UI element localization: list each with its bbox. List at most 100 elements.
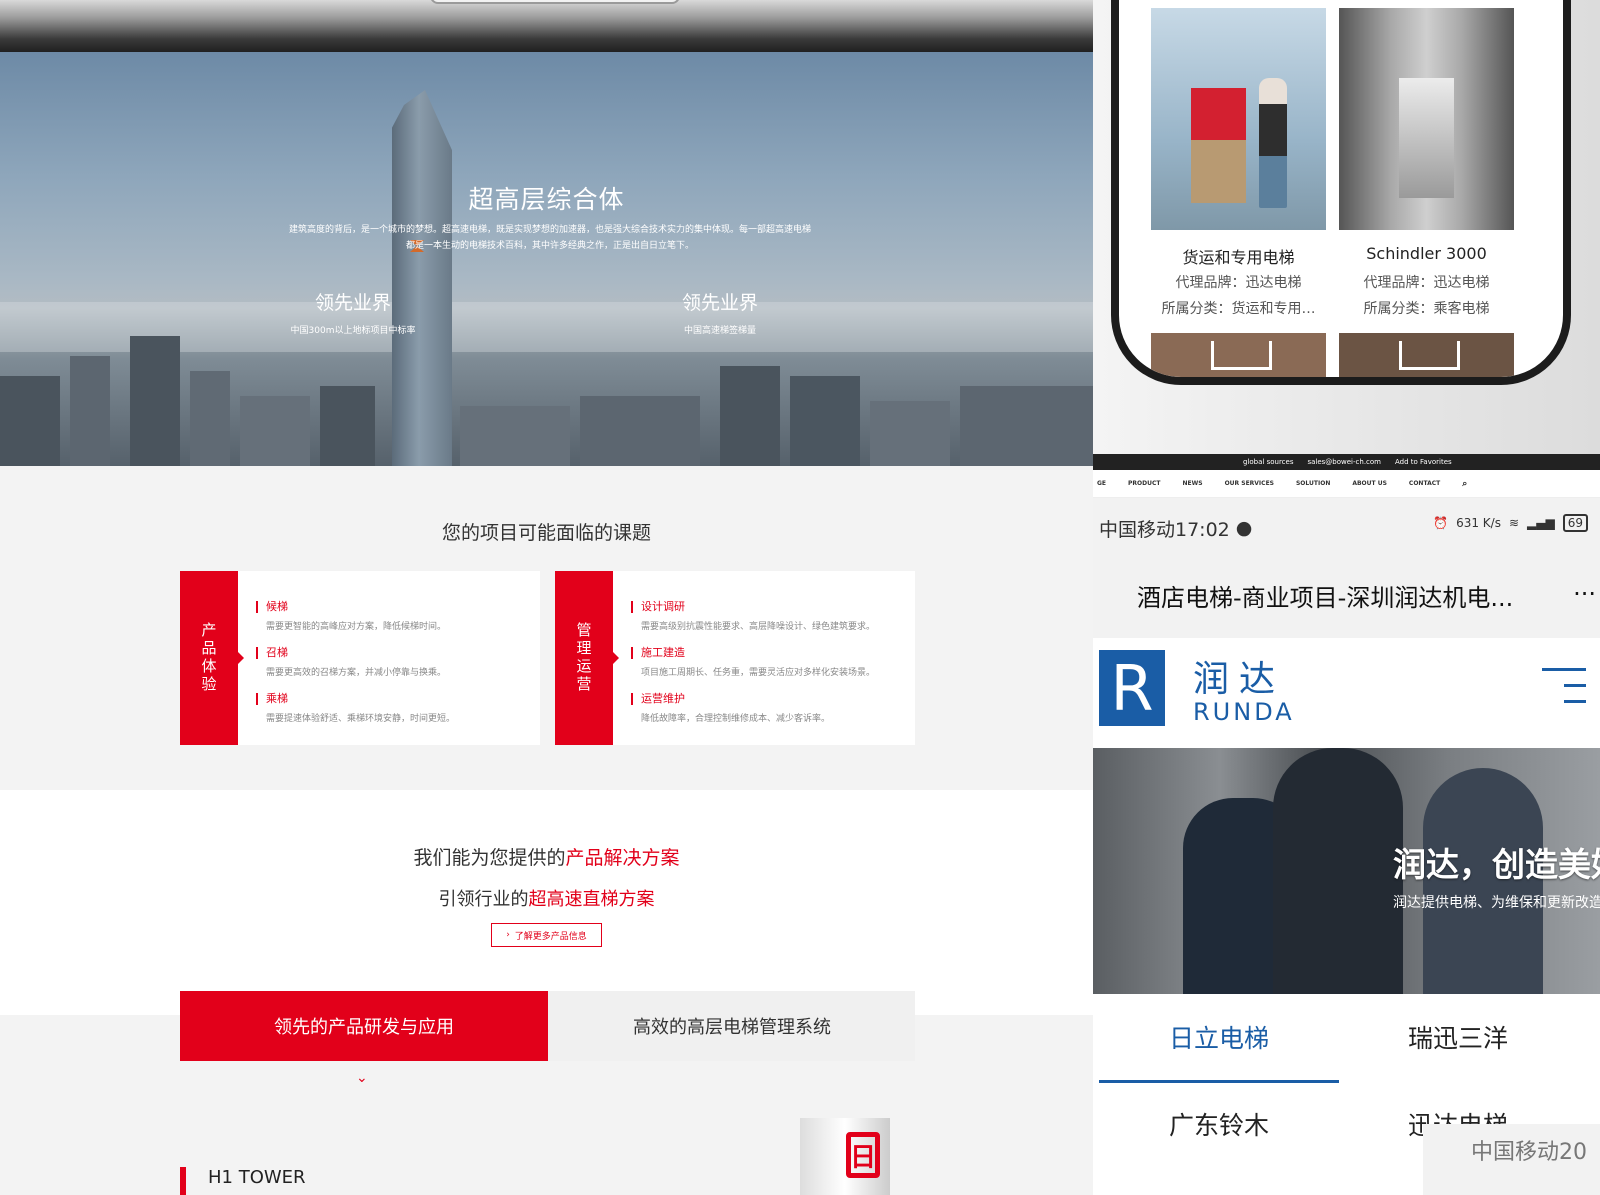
more-icon[interactable]: ··· — [1573, 580, 1596, 608]
product-image-freight[interactable] — [1151, 8, 1326, 230]
nav-item[interactable]: NEWS — [1183, 480, 1203, 487]
hero-banner: 润达，创造美好 润达提供电梯、为维保和更新改造 — [1093, 748, 1600, 994]
solutions-highlight: 产品解决方案 — [565, 847, 680, 869]
challenge-item[interactable]: 运营维护 降低故障率，合理控制维修成本、减少客诉率。 — [631, 693, 830, 724]
active-tab-indicator — [1099, 1080, 1339, 1083]
stat-sub: 中国高速梯签梯量 — [683, 326, 756, 336]
product-image-schindler[interactable] — [1339, 8, 1514, 230]
item-heading: 乘梯 — [256, 693, 455, 705]
notch-pill — [430, 0, 680, 4]
challenge-item[interactable]: 候梯 需要更智能的高峰应对方案，降低候梯时间。 — [256, 601, 446, 632]
brand-name-en: RUNDA — [1193, 698, 1295, 726]
topbar-favorites[interactable]: Add to Favorites — [1395, 458, 1452, 466]
site-topbar: global sources sales@bowei-ch.com Add to… — [1093, 454, 1600, 470]
solutions-prefix: 引领行业的 — [438, 889, 529, 910]
banner-subtitle: 润达提供电梯、为维保和更新改造 — [1393, 895, 1600, 911]
mobile-runda-page: global sources sales@bowei-ch.com Add to… — [1093, 454, 1600, 1195]
challenge-card-operations: 管理运营 设计调研 需要高级别抗震性能要求、高层降噪设计、绿色建筑要求。 施工建… — [555, 571, 915, 745]
search-icon[interactable]: ⌕ — [1462, 479, 1467, 489]
nav-item[interactable]: ABOUT US — [1352, 480, 1387, 487]
tab-ruixun[interactable]: 瑞迅三洋 — [1338, 1019, 1578, 1055]
skyscraper — [392, 90, 452, 466]
hero-title: 超高层综合体 — [468, 185, 625, 214]
challenge-item[interactable]: 设计调研 需要高级别抗震性能要求、高层降噪设计、绿色建筑要求。 — [631, 601, 875, 632]
brand-name-cn: 润达 — [1193, 659, 1286, 700]
item-heading: 施工建造 — [631, 647, 875, 659]
nav-item[interactable]: SOLUTION — [1296, 480, 1330, 487]
card-tag: 产品体验 — [180, 571, 244, 745]
battery-level: 69 — [1562, 514, 1588, 532]
item-desc: 需要更高效的召梯方案，并减小停靠与换乘。 — [266, 668, 447, 678]
chevron-down-icon: ⌄ — [356, 1070, 368, 1086]
signal-icon: ▂▄▆ — [1527, 516, 1555, 530]
watermark: 中国移动20 — [1423, 1124, 1600, 1195]
topbar-logo[interactable]: global sources — [1243, 458, 1293, 466]
hamburger-menu-icon[interactable] — [1542, 668, 1586, 704]
solutions-highlight: 超高速直梯方案 — [528, 889, 655, 910]
stat-sub: 中国300m以上地标项目中标率 — [290, 326, 416, 336]
button-label: 了解更多产品信息 — [514, 931, 587, 942]
product-category: 所属分类：货运和专用… — [1161, 301, 1316, 317]
challenge-item[interactable]: 施工建造 项目施工周期长、任务重，需要灵活应对多样化安装场景。 — [631, 647, 875, 678]
carrier-time: 中国移动17:02 — [1099, 518, 1230, 541]
screenshot-collage: 超高层综合体 建筑高度的背后，是一个城市的梦想。超高速电梯，既是实现梦想的加速器… — [0, 0, 1600, 1195]
product-image-next[interactable] — [1151, 333, 1326, 377]
product-brand: 代理品牌：迅达电梯 — [1363, 275, 1490, 291]
chat-icon: ● — [1235, 517, 1253, 539]
solutions-prefix: 我们能为您提供的 — [413, 847, 566, 869]
chevron-right-icon: › — [506, 930, 510, 940]
item-desc: 需要更智能的高峰应对方案，降低候梯时间。 — [266, 622, 447, 632]
item-desc: 需要高级别抗震性能要求、高层降噪设计、绿色建筑要求。 — [641, 622, 876, 632]
nav-item[interactable]: GE — [1097, 480, 1106, 487]
browser-title-bar: 酒店电梯-商业项目-深圳润达机电... ··· — [1093, 558, 1600, 638]
hero-description: 建筑高度的背后，是一个城市的梦想。超高速电梯，既是实现梦想的加速器，也是强大综合… — [288, 225, 811, 251]
item-heading: 设计调研 — [631, 601, 875, 613]
phone-status-bar: 中国移动17:02 ● ⏰ 631 K/s ≋ ▂▄▆ 69 — [1093, 498, 1600, 558]
product-logo-mark: 日 — [846, 1132, 880, 1178]
wifi-icon: ≋ — [1508, 516, 1520, 530]
desktop-page: 超高层综合体 建筑高度的背后，是一个城市的梦想。超高速电梯，既是实现梦想的加速器… — [0, 0, 1093, 1195]
card-tag: 管理运营 — [555, 571, 619, 745]
tab-suzuki[interactable]: 广东铃木 — [1099, 1106, 1339, 1142]
product-title: H1 TOWER — [180, 1167, 306, 1195]
site-nav: GE PRODUCT NEWS OUR SERVICES SOLUTION AB… — [1093, 470, 1600, 498]
nav-item[interactable]: CONTACT — [1409, 480, 1440, 487]
item-heading: 运营维护 — [631, 693, 830, 705]
stat-title: 领先业界 — [681, 292, 758, 314]
item-desc: 需要提速体验舒适、乘梯环境安静，时间更短。 — [266, 714, 456, 724]
solution-tabs: 领先的产品研发与应用 高效的高层电梯管理系统 — [180, 991, 915, 1061]
item-desc: 降低故障率，合理控制维修成本、减少客诉率。 — [641, 714, 831, 724]
challenge-item[interactable]: 召梯 需要更高效的召梯方案，并减小停靠与换乘。 — [256, 647, 446, 678]
topbar-email[interactable]: sales@bowei-ch.com — [1307, 458, 1381, 466]
more-products-button[interactable]: › 了解更多产品信息 — [491, 923, 602, 947]
network-speed: 631 K/s — [1456, 516, 1501, 530]
product-name[interactable]: Schindler 3000 — [1339, 244, 1514, 263]
challenges-title: 您的项目可能面临的课题 — [441, 522, 651, 544]
tab-rnd[interactable]: 领先的产品研发与应用 — [180, 991, 548, 1061]
product-image-next[interactable] — [1339, 333, 1514, 377]
banner-headline: 润达，创造美好 — [1393, 845, 1600, 884]
item-heading: 候梯 — [256, 601, 446, 613]
challenge-item[interactable]: 乘梯 需要提速体验舒适、乘梯环境安静，时间更短。 — [256, 693, 455, 724]
item-desc: 项目施工周期长、任务重，需要灵活应对多样化安装场景。 — [641, 668, 876, 678]
product-category: 所属分类：乘客电梯 — [1363, 301, 1490, 317]
product-name[interactable]: 货运和专用电梯 — [1151, 244, 1326, 268]
nav-item[interactable]: PRODUCT — [1128, 480, 1160, 487]
hero-banner: 超高层综合体 建筑高度的背后，是一个城市的梦想。超高速电梯，既是实现梦想的加速器… — [0, 52, 1093, 466]
top-bezel — [0, 0, 1093, 52]
product-image: 日 — [800, 1118, 890, 1195]
tab-hitachi[interactable]: 日立电梯 — [1099, 1019, 1339, 1055]
page-title: 酒店电梯-商业项目-深圳润达机电... — [1137, 584, 1514, 612]
nav-item[interactable]: OUR SERVICES — [1225, 480, 1274, 487]
stat-title: 领先业界 — [314, 292, 391, 314]
solutions-line-2: 引领行业的超高速直梯方案 — [0, 885, 1093, 911]
phone-frame: 货运和专用电梯 Schindler 3000 代理品牌：迅达电梯 代理品牌：迅达… — [1111, 0, 1571, 385]
runda-logo[interactable]: R — [1099, 650, 1165, 726]
solutions-line-1: 我们能为您提供的产品解决方案 — [0, 843, 1093, 870]
item-heading: 召梯 — [256, 647, 446, 659]
stat-1: 领先业界 中国300m以上地标项目中标率 — [253, 288, 453, 336]
stat-2: 领先业界 中国高速梯签梯量 — [620, 288, 820, 336]
product-brand: 代理品牌：迅达电梯 — [1175, 275, 1302, 291]
site-header: R 润达 RUNDA — [1093, 638, 1600, 748]
tab-management[interactable]: 高效的高层电梯管理系统 — [548, 991, 916, 1061]
